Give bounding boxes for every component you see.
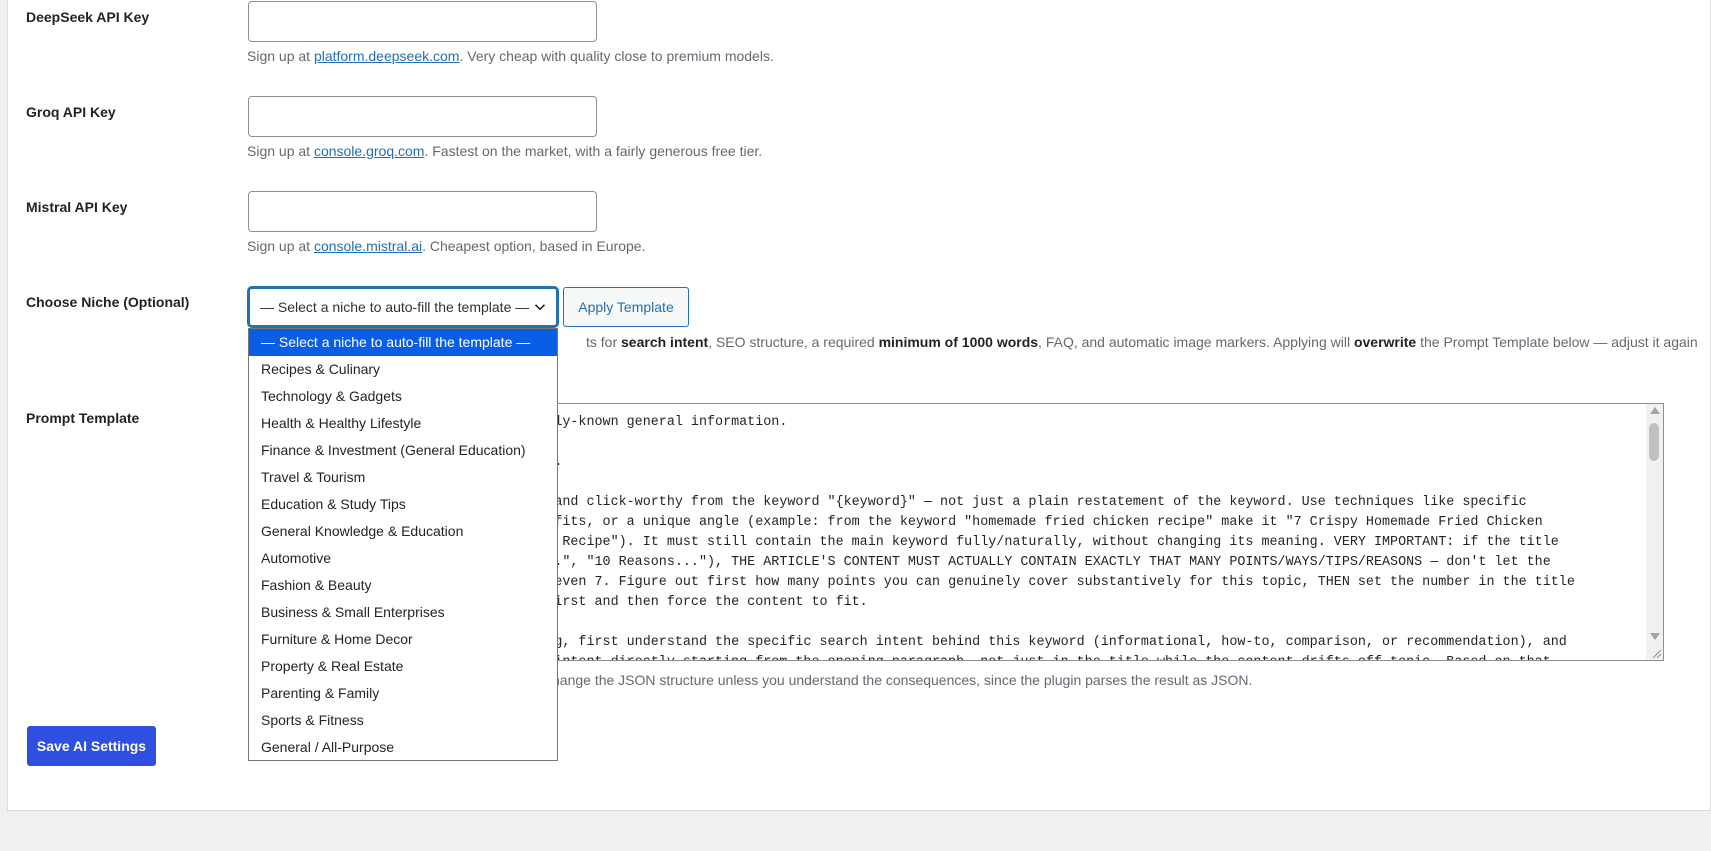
textarea-scrollbar[interactable] xyxy=(1646,404,1663,660)
niche-option[interactable]: Finance & Investment (General Education) xyxy=(249,437,557,464)
niche-description: ts for search intent, SEO structure, a r… xyxy=(586,334,1698,350)
niche-option[interactable]: Fashion & Beauty xyxy=(249,572,557,599)
niche-option[interactable]: Health & Healthy Lifestyle xyxy=(249,410,557,437)
niche-option[interactable]: — Select a niche to auto-fill the templa… xyxy=(249,329,557,356)
prompt-description: hange the JSON structure unless you unde… xyxy=(552,672,1253,688)
deepseek-api-key-label: DeepSeek API Key xyxy=(26,9,150,25)
resize-grip-icon[interactable] xyxy=(1650,647,1662,659)
groq-signup-link[interactable]: console.groq.com xyxy=(314,143,425,159)
mistral-api-key-label: Mistral API Key xyxy=(26,199,128,215)
niche-option[interactable]: General Knowledge & Education xyxy=(249,518,557,545)
chevron-down-icon xyxy=(534,304,546,311)
scroll-thumb[interactable] xyxy=(1649,423,1659,461)
deepseek-signup-link[interactable]: platform.deepseek.com xyxy=(314,48,460,64)
niche-select-value: — Select a niche to auto-fill the templa… xyxy=(260,299,530,315)
niche-option[interactable]: Travel & Tourism xyxy=(249,464,557,491)
niche-option[interactable]: Property & Real Estate xyxy=(249,653,557,680)
niche-desc-part: ts for xyxy=(586,334,622,350)
niche-option[interactable]: Education & Study Tips xyxy=(249,491,557,518)
deepseek-description: Sign up at platform.deepseek.com. Very c… xyxy=(247,48,774,64)
mistral-desc-suffix: . Cheapest option, based in Europe. xyxy=(422,238,646,254)
scroll-down-arrow-icon[interactable] xyxy=(1650,633,1660,640)
niche-option[interactable]: Furniture & Home Decor xyxy=(249,626,557,653)
niche-desc-part: the Prompt Template below — adjust it ag… xyxy=(1416,334,1698,350)
niche-option[interactable]: Business & Small Enterprises xyxy=(249,599,557,626)
mistral-desc-prefix: Sign up at xyxy=(247,238,314,254)
niche-option[interactable]: General / All-Purpose xyxy=(249,734,557,761)
deepseek-desc-suffix: . Very cheap with quality close to premi… xyxy=(459,48,774,64)
mistral-api-key-input[interactable] xyxy=(248,191,597,232)
niche-desc-emphasis: minimum of 1000 words xyxy=(878,334,1039,350)
apply-template-button[interactable]: Apply Template xyxy=(563,287,689,327)
deepseek-desc-prefix: Sign up at xyxy=(247,48,314,64)
niche-option[interactable]: Recipes & Culinary xyxy=(249,356,557,383)
scroll-up-arrow-icon[interactable] xyxy=(1650,407,1660,414)
deepseek-api-key-input[interactable] xyxy=(248,1,597,42)
niche-select[interactable]: — Select a niche to auto-fill the templa… xyxy=(248,287,558,327)
mistral-description: Sign up at console.mistral.ai. Cheapest … xyxy=(247,238,645,254)
groq-desc-prefix: Sign up at xyxy=(247,143,314,159)
groq-api-key-label: Groq API Key xyxy=(26,104,116,120)
niche-desc-part: , SEO structure, a required xyxy=(708,334,879,350)
choose-niche-label: Choose Niche (Optional) xyxy=(26,294,190,310)
niche-option[interactable]: Automotive xyxy=(249,545,557,572)
niche-option[interactable]: Sports & Fitness xyxy=(249,707,557,734)
prompt-template-label: Prompt Template xyxy=(26,410,140,426)
niche-option[interactable]: Parenting & Family xyxy=(249,680,557,707)
save-ai-settings-button[interactable]: Save AI Settings xyxy=(27,726,156,766)
groq-desc-suffix: . Fastest on the market, with a fairly g… xyxy=(424,143,763,159)
groq-description: Sign up at console.groq.com. Fastest on … xyxy=(247,143,762,159)
niche-option[interactable]: Technology & Gadgets xyxy=(249,383,557,410)
niche-desc-emphasis: search intent xyxy=(621,334,709,350)
mistral-signup-link[interactable]: console.mistral.ai xyxy=(314,238,422,254)
groq-api-key-input[interactable] xyxy=(248,96,597,137)
niche-desc-part: , FAQ, and automatic image markers. Appl… xyxy=(1038,334,1354,350)
niche-desc-emphasis: overwrite xyxy=(1353,334,1417,350)
niche-dropdown-list: — Select a niche to auto-fill the templa… xyxy=(248,328,558,761)
